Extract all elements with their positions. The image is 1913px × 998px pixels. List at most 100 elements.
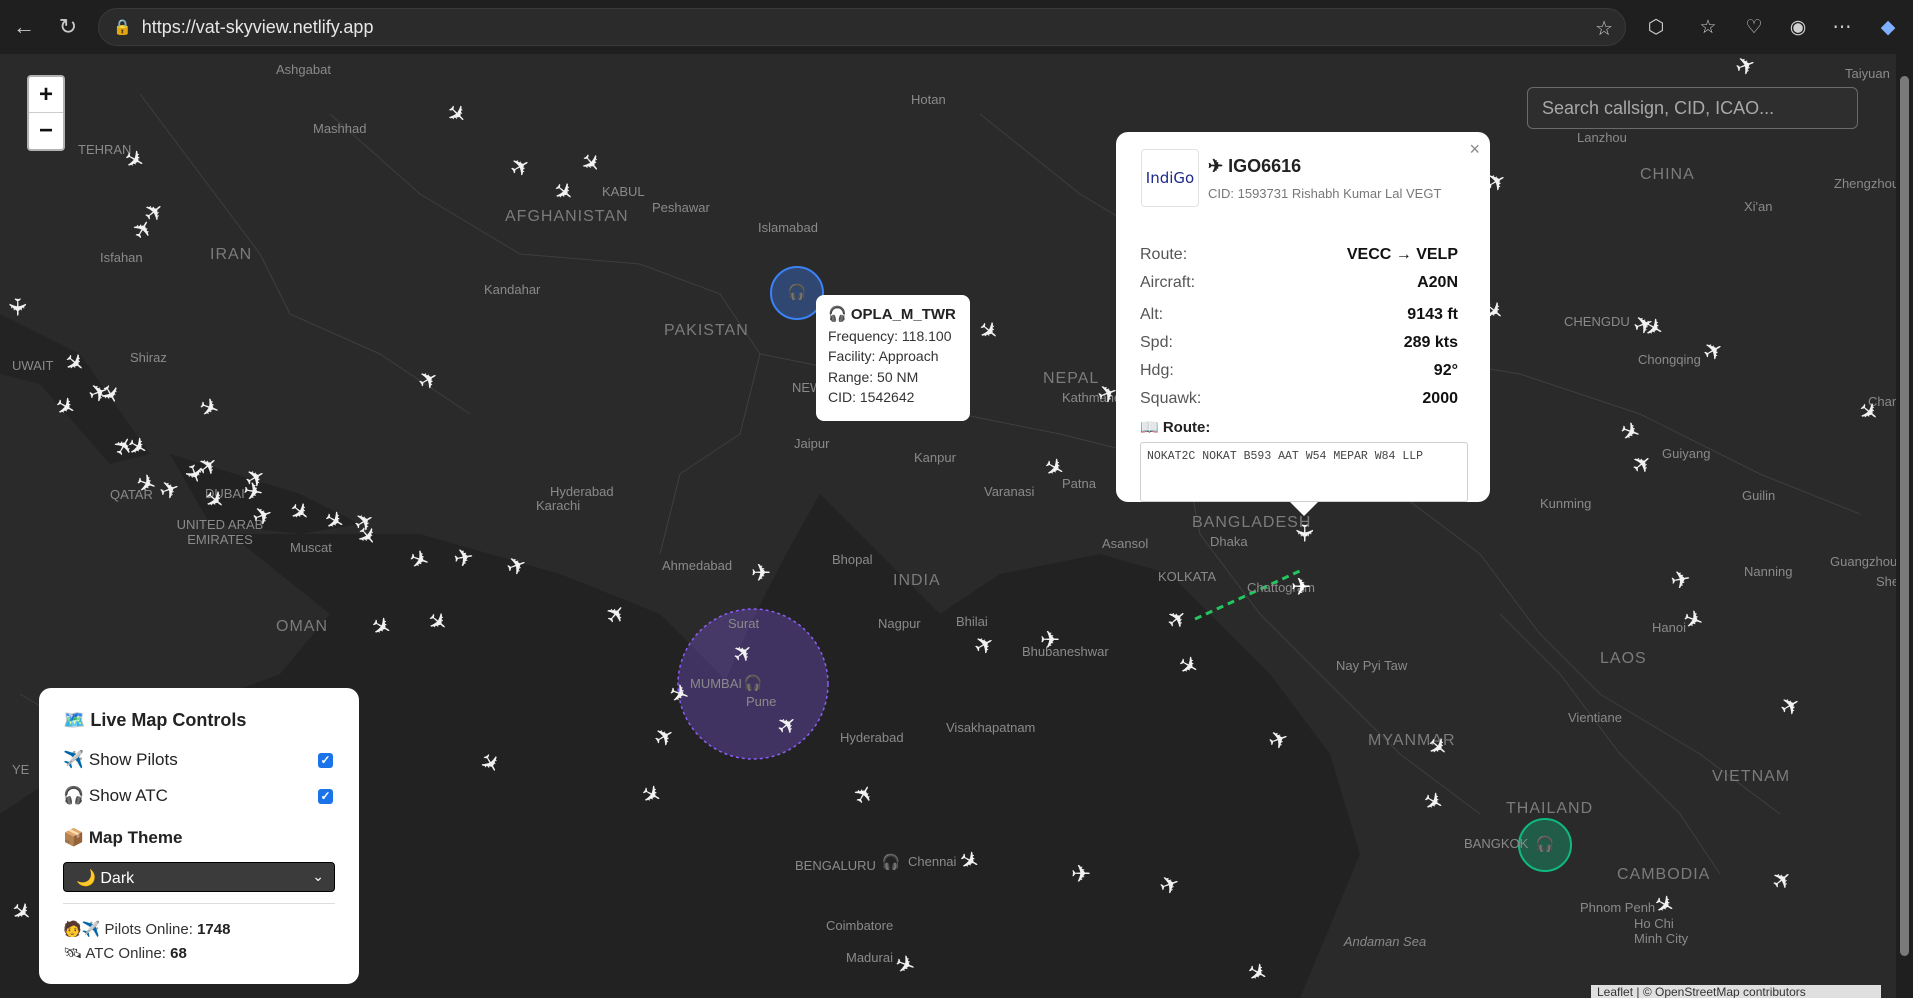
atc-facility: Facility: Approach: [828, 348, 939, 364]
search-input[interactable]: [1527, 87, 1858, 129]
alt-row: Alt: 9143 ft: [1140, 306, 1458, 324]
map-label: Phnom Penh: [1580, 900, 1656, 915]
aircraft-icon[interactable]: ✈: [1037, 628, 1063, 654]
map-label: LAOS: [1600, 650, 1647, 667]
zoom-out-button[interactable]: −: [29, 113, 63, 149]
show-atc-checkbox[interactable]: ✓: [318, 788, 333, 804]
scrollbar-thumb[interactable]: [1900, 76, 1909, 956]
map-label: Bhilai: [956, 614, 988, 629]
copilot-icon[interactable]: ◆: [1872, 11, 1904, 43]
avatar[interactable]: ◉: [1782, 11, 1814, 43]
map-label: Bhubaneshwar: [1022, 644, 1109, 659]
chevron-down-icon: ⌄: [312, 868, 324, 884]
map-theme-value: 🌙 Dark: [76, 870, 135, 887]
atc-cid: CID: 1542642: [828, 389, 915, 405]
route-label: 📖 Route:: [1140, 419, 1211, 436]
map-theme-label: 📦 Map Theme: [63, 828, 183, 847]
address-bar[interactable]: 🔒 https://vat-skyview.netlify.app ☆: [98, 8, 1626, 46]
map-label: OMAN: [276, 618, 328, 635]
airline-logo: IndiGo: [1141, 149, 1199, 207]
map-label: KABUL: [602, 184, 645, 199]
aircraft-icon[interactable]: ✈: [449, 543, 479, 574]
lock-icon: 🔒: [113, 19, 132, 36]
map-label: VIETNAM: [1712, 768, 1791, 785]
map-label: PAKISTAN: [664, 322, 749, 339]
show-atc-row[interactable]: 🎧 Show ATC ✓: [63, 786, 333, 806]
scrollbar[interactable]: [1896, 54, 1913, 998]
map-label: Kanpur: [914, 450, 956, 465]
map-label: Andaman Sea: [1343, 934, 1427, 949]
map-label: Taiyuan: [1845, 66, 1890, 81]
map-attribution[interactable]: Leaflet | © OpenStreetMap contributors: [1591, 985, 1881, 998]
headset-icon[interactable]: 🎧: [878, 850, 904, 876]
route-key: Route:: [1140, 246, 1188, 263]
flight-popup: × IndiGo ✈ IGO6616 CID: 1593731 Rishabh …: [1116, 132, 1490, 516]
back-arrow-icon[interactable]: ←: [4, 7, 44, 47]
squawk-value: 2000: [1422, 390, 1458, 407]
aircraft-icon[interactable]: ✈: [1290, 520, 1317, 546]
map-label: AFGHANISTAN: [505, 208, 629, 225]
map-label: IRAN: [210, 246, 253, 263]
show-pilots-row[interactable]: ✈️ Show Pilots ✓: [63, 750, 333, 770]
url-text: https://vat-skyview.netlify.app: [141, 16, 374, 37]
map-label: Bhopal: [832, 552, 873, 567]
map-label: Visakhapatnam: [946, 720, 1036, 735]
aircraft-row: Aircraft: A20N: [1140, 274, 1458, 292]
map-label: Jaipur: [794, 436, 830, 451]
aircraft-icon[interactable]: ✈: [1666, 565, 1696, 596]
atc-popup: 🎧 OPLA_M_TWR Frequency: 118.100 Facility…: [816, 295, 970, 421]
zoom-in-button[interactable]: +: [29, 77, 63, 113]
map-label: CHINA: [1640, 166, 1695, 183]
zoom-control: + −: [27, 75, 65, 151]
aircraft-icon[interactable]: ✈: [748, 561, 774, 587]
headset-icon[interactable]: 🎧: [740, 671, 766, 697]
selected-aircraft-icon[interactable]: ✈: [1288, 575, 1314, 601]
map-label: INDIA: [893, 572, 941, 589]
favorites-icon[interactable]: ☆: [1692, 11, 1724, 43]
route-text[interactable]: NOKAT2C NOKAT B593 AAT W54 MEPAR W84 LLP: [1140, 442, 1468, 502]
reload-icon[interactable]: ↻: [48, 7, 88, 47]
flight-callsign: ✈ IGO6616: [1208, 156, 1302, 176]
map-label: Coimbatore: [826, 918, 894, 933]
map-label: Zhengzhou: [1834, 176, 1896, 191]
pilots-online: 🧑✈️ Pilots Online: 1748: [63, 920, 230, 938]
map-label: Vientiane: [1568, 710, 1622, 725]
popup-tail: [1290, 502, 1318, 516]
map-theme-select[interactable]: 🌙 Dark ⌄: [63, 862, 335, 892]
map-label: Ashgabat: [276, 62, 331, 77]
show-pilots-checkbox[interactable]: ✓: [318, 752, 333, 768]
map-canvas[interactable]: Ashgabat Mashhad TEHRAN Isfahan IRAN Shi…: [0, 54, 1896, 998]
map-label: Shiraz: [130, 350, 167, 365]
map-label: Mashhad: [313, 121, 367, 136]
alt-key: Alt:: [1140, 306, 1164, 323]
extensions-icon[interactable]: ⬡: [1640, 11, 1672, 43]
more-menu-icon[interactable]: ⋯: [1826, 11, 1858, 43]
close-icon[interactable]: ×: [1469, 139, 1480, 160]
route-value: VECC → VELP: [1346, 246, 1458, 263]
map-label: Islamabad: [758, 220, 818, 235]
headset-icon[interactable]: 🎧: [1532, 832, 1558, 858]
map-label: Asansol: [1102, 536, 1149, 551]
map-label: Isfahan: [100, 250, 143, 265]
controls-title: 🗺️ Live Map Controls: [63, 710, 247, 730]
map-label: Guangzhou: [1830, 554, 1896, 569]
pilots-online-label: 🧑✈️ Pilots Online:: [63, 921, 193, 938]
map-label: Hyderabad: [840, 730, 904, 745]
aircraft-icon[interactable]: ✈: [3, 294, 30, 320]
squawk-row: Squawk: 2000: [1140, 390, 1458, 408]
headset-icon[interactable]: 🎧: [784, 280, 810, 306]
map-label: Dhaka: [1210, 534, 1248, 549]
atc-online-count: 68: [170, 945, 187, 962]
headset-icon: 🎧: [828, 306, 847, 323]
map-label: Nanning: [1744, 564, 1793, 579]
map-label: Nagpur: [878, 616, 921, 631]
spd-value: 289 kts: [1403, 334, 1458, 351]
star-icon[interactable]: ☆: [1595, 16, 1613, 41]
map-label: Muscat: [290, 540, 332, 555]
map-label: Shenzhen: [1876, 574, 1896, 589]
map-label: THAILAND: [1506, 800, 1594, 817]
aircraft-icon[interactable]: ✈: [1068, 862, 1094, 888]
health-icon[interactable]: ♡: [1738, 11, 1770, 43]
map-label: UWAIT: [12, 358, 54, 373]
map-label: Lanzhou: [1577, 130, 1627, 145]
